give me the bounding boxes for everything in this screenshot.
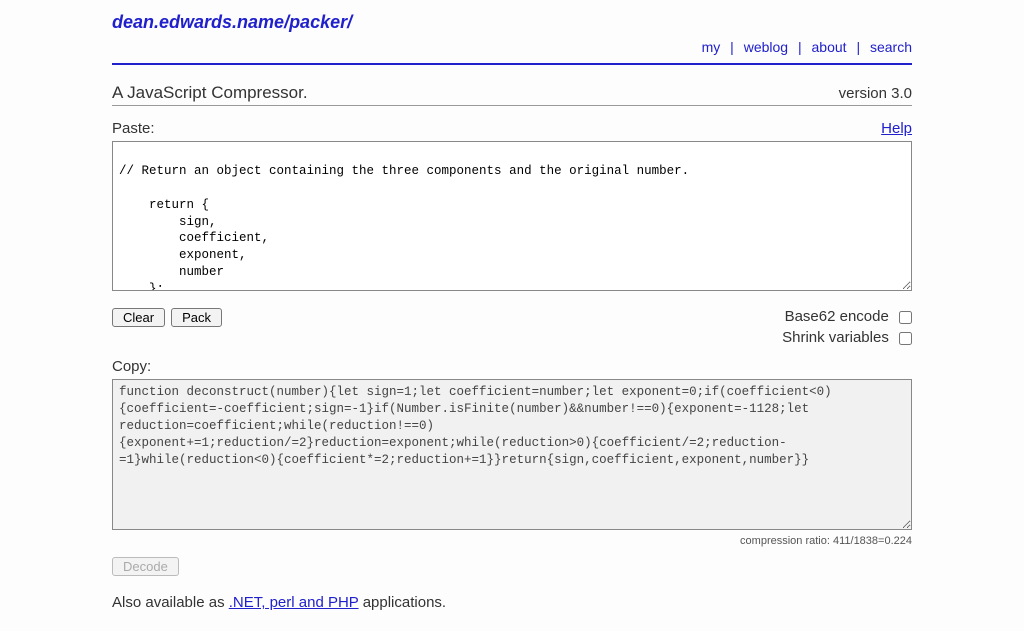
compression-ratio: compression ratio: 411/1838=0.224 xyxy=(112,535,912,547)
nav-separator: | xyxy=(798,39,802,55)
footer-link[interactable]: .NET, perl and PHP xyxy=(229,594,359,611)
nav-about[interactable]: about xyxy=(812,39,847,55)
site-title: dean.edwards.name/packer/ xyxy=(112,12,912,33)
copy-label-row: Copy: xyxy=(112,358,912,375)
help-link[interactable]: Help xyxy=(881,120,912,137)
paste-input[interactable] xyxy=(112,141,912,291)
decode-row: Decode xyxy=(112,557,912,576)
shrink-label[interactable]: Shrink variables xyxy=(782,329,912,346)
nav-separator: | xyxy=(856,39,860,55)
paste-label-row: Paste: Help xyxy=(112,120,912,137)
base62-text: Base62 encode xyxy=(785,308,889,325)
top-nav: my | weblog | about | search xyxy=(112,39,912,65)
footer-suffix: applications. xyxy=(359,594,447,611)
copy-output[interactable] xyxy=(112,379,912,530)
paste-label: Paste: xyxy=(112,120,155,137)
page-header: A JavaScript Compressor. version 3.0 xyxy=(112,83,912,106)
shrink-checkbox[interactable] xyxy=(899,332,912,345)
base62-checkbox[interactable] xyxy=(899,311,912,324)
controls-left: Clear Pack xyxy=(112,308,222,327)
nav-separator: | xyxy=(730,39,734,55)
base62-label[interactable]: Base62 encode xyxy=(782,308,912,325)
decode-button: Decode xyxy=(112,557,179,576)
shrink-text: Shrink variables xyxy=(782,329,889,346)
nav-my[interactable]: my xyxy=(702,39,721,55)
copy-label: Copy: xyxy=(112,358,151,375)
controls-row: Clear Pack Base62 encode Shrink variable… xyxy=(112,308,912,350)
version-label: version 3.0 xyxy=(839,85,912,102)
footer: Also available as .NET, perl and PHP app… xyxy=(112,594,912,611)
tagline: A JavaScript Compressor. xyxy=(112,83,308,103)
nav-search[interactable]: search xyxy=(870,39,912,55)
nav-weblog[interactable]: weblog xyxy=(744,39,788,55)
clear-button[interactable]: Clear xyxy=(112,308,165,327)
pack-button[interactable]: Pack xyxy=(171,308,222,327)
footer-prefix: Also available as xyxy=(112,594,229,611)
controls-right: Base62 encode Shrink variables xyxy=(782,308,912,350)
